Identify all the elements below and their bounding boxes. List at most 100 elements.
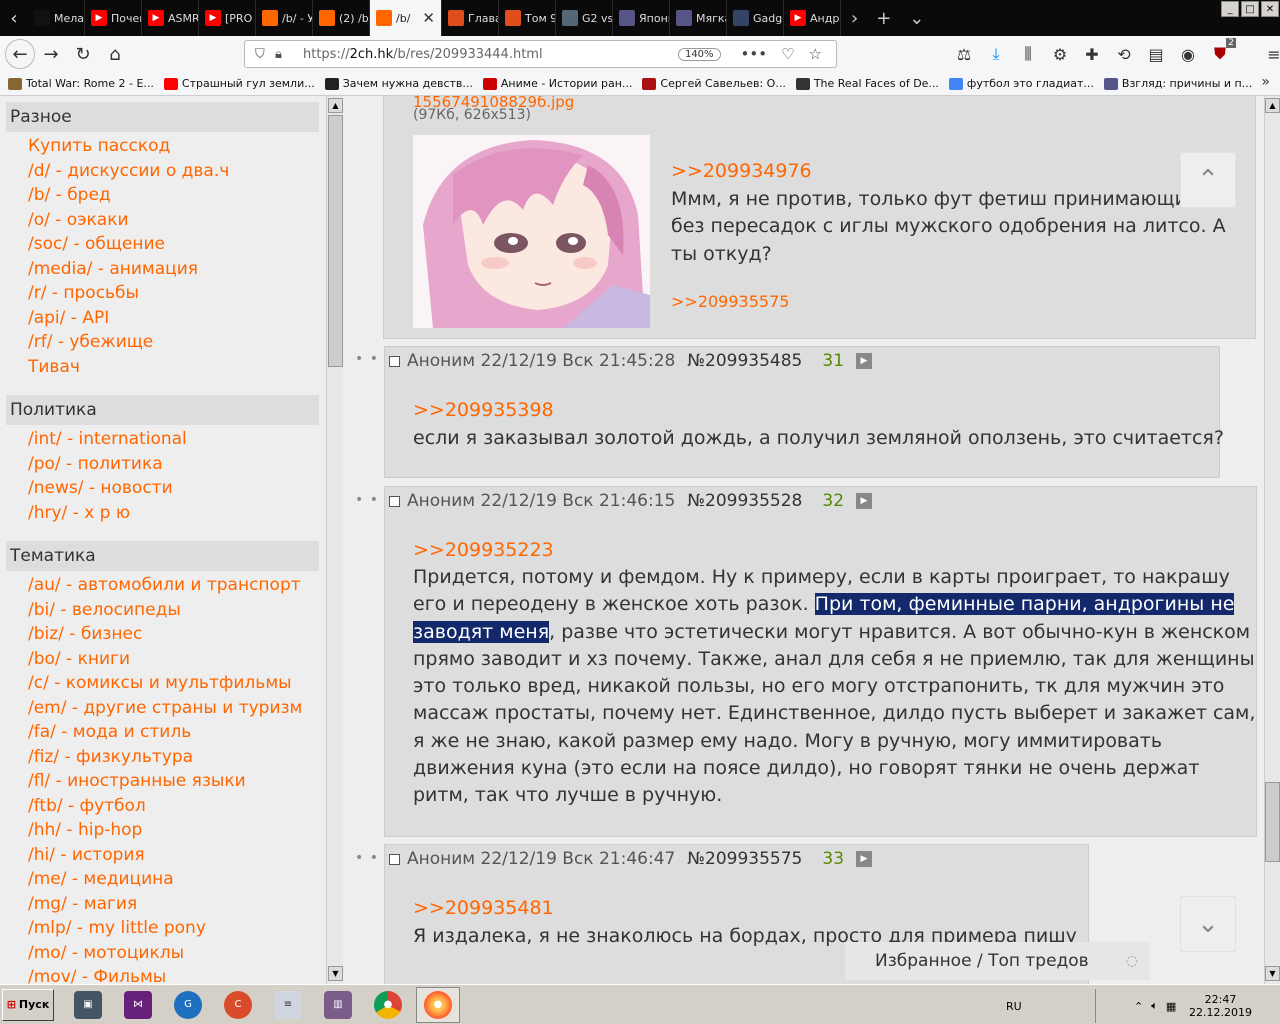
post-reply-link[interactable]: >>209935481 (413, 897, 554, 919)
close-window-button[interactable]: ✕ (1261, 1, 1279, 17)
home-button[interactable]: ⌂ (99, 38, 131, 70)
board-link[interactable]: /bi/ - велосипеды (28, 600, 181, 620)
tab-11[interactable]: Мягка (670, 0, 727, 36)
tab-5[interactable]: (2) /b/ (313, 0, 370, 36)
page-scroll-down-icon[interactable]: ▼ (1265, 966, 1280, 981)
board-link[interactable]: /b/ - бред (28, 185, 111, 205)
board-link[interactable]: Купить пасскод (28, 136, 170, 156)
language-indicator[interactable]: RU (1006, 1000, 1022, 1013)
start-button[interactable]: ⊞ Пуск (2, 988, 54, 1021)
board-link[interactable]: /biz/ - бизнес (28, 624, 142, 644)
tab-10[interactable]: Япони (613, 0, 670, 36)
taskbar-app-ccleaner-gear[interactable]: G (166, 987, 210, 1023)
board-link[interactable]: /au/ - автомобили и транспорт (28, 575, 301, 595)
library-icon[interactable]: ⫼ (1016, 44, 1040, 64)
menu-hamburger-icon[interactable]: ≡ (1262, 45, 1280, 64)
sidebar-scroll-down-icon[interactable]: ▼ (328, 966, 343, 981)
download-icon[interactable]: ⤓ (984, 44, 1008, 64)
pocket-icon[interactable]: ♡ (781, 45, 794, 63)
board-link[interactable]: /mlp/ - my little pony (28, 918, 206, 938)
board-link[interactable]: /o/ - оэкаки (28, 210, 129, 230)
board-link[interactable]: /soc/ - общение (28, 234, 165, 254)
board-link[interactable]: /ftb/ - футбол (28, 796, 146, 816)
board-link[interactable]: /mo/ - мотоциклы (28, 943, 184, 963)
sidebar-scroll-up-icon[interactable]: ▲ (328, 98, 343, 113)
board-link[interactable]: /mg/ - магия (28, 894, 137, 914)
scroll-up-button[interactable]: ⌃ (1180, 152, 1236, 208)
settings-gear-icon[interactable]: ⚙ (1048, 45, 1072, 64)
tab-13[interactable]: ▶ Андре (784, 0, 841, 36)
board-link[interactable]: /hi/ - история (28, 845, 145, 865)
minimize-button[interactable]: _ (1221, 1, 1239, 17)
board-link[interactable]: /rf/ - убежище (28, 332, 153, 352)
board-link[interactable]: /po/ - политика (28, 454, 163, 474)
board-link[interactable]: Тивач (28, 357, 80, 377)
post-select-checkbox[interactable] (389, 495, 400, 507)
taskbar-app-firefox[interactable]: ● (416, 986, 460, 1023)
favorites-top-threads-bar[interactable]: Избранное / Топ тредов ◌ (845, 942, 1150, 980)
taskbar-app-chrome[interactable]: ● (366, 987, 410, 1023)
sidebar-icon[interactable]: ▤ (1144, 45, 1168, 64)
tray-arrow-icon[interactable]: ⌃ (1134, 1000, 1143, 1013)
board-link[interactable]: /int/ - international (28, 429, 187, 449)
bookmarks-overflow-icon[interactable]: » (1261, 74, 1270, 90)
tab-8[interactable]: Том 9. (499, 0, 556, 36)
post-number[interactable]: №209935528 (687, 491, 802, 511)
back-button[interactable]: ← (5, 39, 35, 69)
history-icon[interactable]: ⟲ (1112, 45, 1136, 64)
reader-icon[interactable]: ⚖ (952, 45, 976, 64)
post-number[interactable]: №209935575 (687, 849, 802, 869)
shield-icon[interactable]: ⛉ (255, 47, 273, 62)
new-tab-icon[interactable]: + (876, 8, 891, 29)
board-link[interactable]: /em/ - другие страны и туризм (28, 698, 302, 718)
bookmark-item[interactable]: Total War: Rome 2 - E... (8, 77, 154, 90)
tab-0[interactable]: Мелан (28, 0, 85, 36)
tab-scroll-left-icon[interactable]: ‹ (0, 0, 28, 36)
network-icon[interactable]: ▦ (1166, 1000, 1176, 1013)
bookmark-item[interactable]: Сергей Савельев: О... (642, 77, 786, 90)
bookmark-star-icon[interactable]: ☆ (809, 45, 822, 63)
board-link[interactable]: /bo/ - книги (28, 649, 130, 669)
zoom-level-badge[interactable]: 140% (677, 47, 721, 61)
board-link[interactable]: /news/ - новости (28, 478, 173, 498)
post-backlink[interactable]: >>209935575 (671, 292, 789, 311)
page-scroll-up-icon[interactable]: ▲ (1265, 98, 1280, 113)
tab-4[interactable]: /b/ - У (256, 0, 313, 36)
board-link[interactable]: /api/ - API (28, 308, 109, 328)
account-icon[interactable]: ◉ (1176, 45, 1200, 64)
ublock-icon[interactable]: ⛊ 2 (1208, 38, 1236, 64)
post-play-icon[interactable]: ▶ (856, 851, 873, 867)
board-link[interactable]: /me/ - медицина (28, 869, 174, 889)
forward-button[interactable]: → (35, 38, 67, 70)
board-link[interactable]: /hh/ - hip-hop (28, 820, 142, 840)
board-link[interactable]: /hry/ - х р ю (28, 503, 130, 523)
board-link[interactable]: /c/ - комиксы и мультфильмы (28, 673, 292, 693)
sidebar-scrollbar[interactable]: ▲ ▼ (326, 96, 343, 984)
scroll-down-button[interactable]: ⌄ (1180, 896, 1236, 952)
tab-1[interactable]: ▶ Почем (85, 0, 142, 36)
taskbar-app-visual-studio[interactable]: ⋈ (116, 987, 160, 1023)
close-tab-icon[interactable]: ✕ (422, 9, 435, 27)
reload-button[interactable]: ↻ (67, 38, 99, 70)
url-text[interactable]: https://2ch.hk/b/res/209933444.html (303, 47, 678, 62)
sidebar-scroll-thumb[interactable] (328, 115, 343, 367)
post-select-checkbox[interactable] (389, 355, 400, 367)
board-link[interactable]: /fl/ - иностранные языки (28, 771, 246, 791)
board-link[interactable]: /d/ - дискуссии о два.ч (28, 161, 229, 181)
bookmark-item[interactable]: Зачем нужна девств... (324, 77, 473, 90)
page-scroll-thumb[interactable] (1265, 782, 1280, 862)
post-play-icon[interactable]: ▶ (856, 353, 873, 369)
bookmark-item[interactable]: Взгляд: причины и п... (1103, 77, 1252, 90)
tab-7[interactable]: Глава (442, 0, 499, 36)
tab-3[interactable]: ▶ [PRO и (199, 0, 256, 36)
volume-icon[interactable]: 🔈︎ (1151, 999, 1158, 1013)
post-select-checkbox[interactable] (389, 853, 400, 865)
page-actions-icon[interactable]: ••• (741, 45, 768, 63)
post-thumbnail-image[interactable] (413, 135, 650, 328)
url-bar[interactable]: ⛉ 🔒︎ https://2ch.hk/b/res/209933444.html… (244, 40, 837, 68)
bookmark-item[interactable]: Аниме - Истории ран... (482, 77, 632, 90)
bookmark-item[interactable]: Страшный гул земли... (163, 77, 315, 90)
board-link[interactable]: /r/ - просьбы (28, 283, 139, 303)
post-play-icon[interactable]: ▶ (856, 493, 873, 509)
post-number[interactable]: №209935485 (687, 351, 802, 371)
